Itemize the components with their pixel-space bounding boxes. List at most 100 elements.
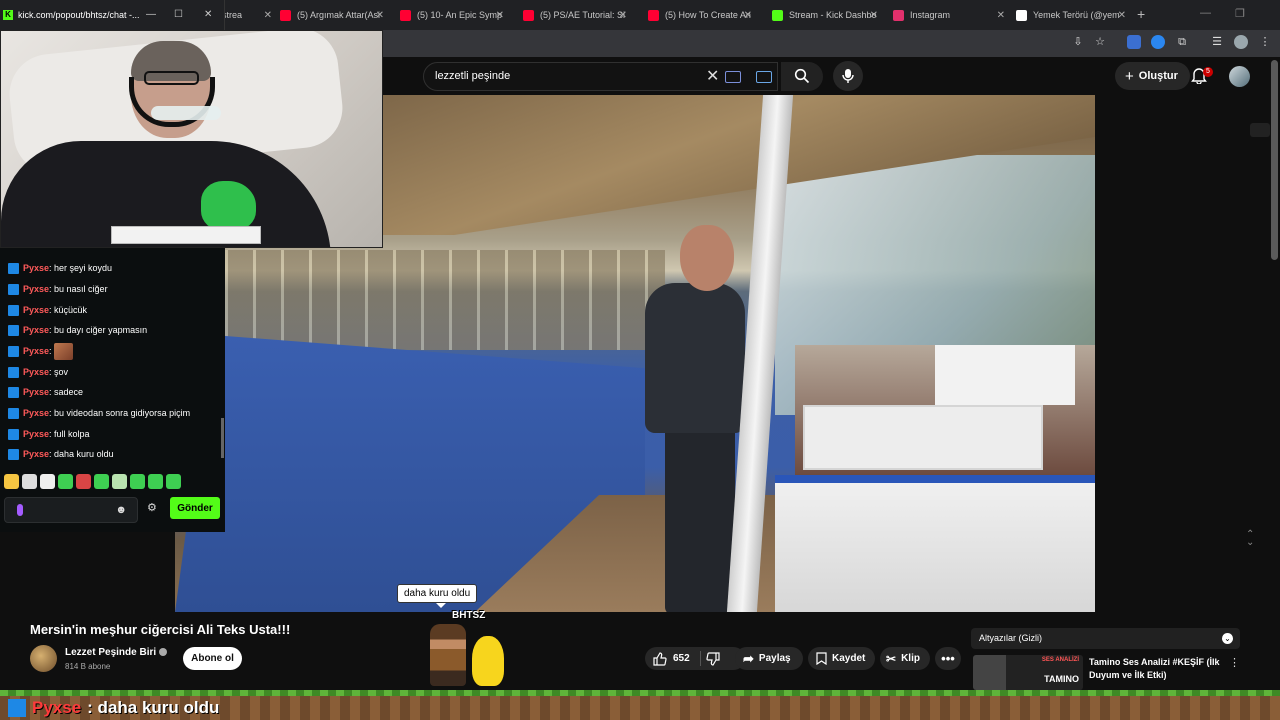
- popup-url: kick.com/popout/bhtsz/chat -...: [18, 10, 140, 20]
- chat-username[interactable]: Pyxse: [23, 387, 49, 397]
- search-input[interactable]: lezzetli peşinde ✕: [423, 62, 778, 91]
- send-button[interactable]: Gönder: [170, 497, 220, 519]
- emote-icon[interactable]: [76, 474, 91, 489]
- subtitles-panel-toggle[interactable]: Altyazılar (Gizli) ⌄: [971, 628, 1240, 649]
- chat-menu-icon[interactable]: [1250, 123, 1270, 137]
- account-avatar[interactable]: [1229, 66, 1250, 87]
- user-badge-icon: [8, 262, 19, 274]
- extension-icon[interactable]: [1151, 35, 1165, 49]
- emote-icon[interactable]: [148, 474, 163, 489]
- close-tab-icon[interactable]: ✕: [619, 10, 627, 21]
- install-app-icon[interactable]: ⇩: [1071, 35, 1085, 49]
- close-tab-icon[interactable]: ✕: [376, 10, 384, 21]
- chat-message-text: : sadece: [49, 387, 84, 397]
- thumbs-up-icon: [653, 651, 667, 666]
- profile-avatar[interactable]: [1234, 35, 1248, 49]
- close-tab-icon[interactable]: ✕: [744, 10, 752, 21]
- emote-icon[interactable]: [130, 474, 145, 489]
- browser-tab[interactable]: Instagram ✕: [893, 4, 1005, 26]
- close-tab-icon[interactable]: ✕: [997, 10, 1005, 21]
- microphone-icon[interactable]: [17, 504, 23, 516]
- emote-icon[interactable]: [166, 474, 181, 489]
- close-icon[interactable]: ✕: [204, 9, 212, 20]
- maximize-icon[interactable]: ❐: [1235, 7, 1245, 20]
- user-badge-icon: [8, 324, 19, 336]
- new-tab-button[interactable]: +: [1137, 6, 1145, 22]
- maximize-icon[interactable]: ☐: [174, 9, 183, 20]
- verified-icon: [159, 648, 168, 657]
- chat-username[interactable]: Pyxse: [23, 346, 49, 356]
- browser-tab[interactable]: (5) PS/AE Tutorial: Si ✕: [523, 4, 627, 26]
- recommended-video-thumbnail[interactable]: SES ANALİZİ TAMINO: [973, 655, 1083, 690]
- keyboard-icon[interactable]: [725, 71, 741, 83]
- thumbs-down-icon[interactable]: [706, 652, 720, 666]
- emote-icon[interactable]: [58, 474, 73, 489]
- chat-message-text: : şov: [49, 367, 69, 377]
- chat-username[interactable]: Pyxse: [23, 429, 49, 439]
- bookmark-star-icon[interactable]: ☆: [1093, 35, 1107, 49]
- more-vertical-icon[interactable]: ⋮: [1229, 656, 1240, 669]
- chat-username[interactable]: Pyxse: [23, 284, 49, 294]
- chat-username[interactable]: Pyxse: [23, 305, 49, 315]
- create-button[interactable]: + Oluştur: [1115, 62, 1190, 90]
- browser-tab[interactable]: (5) 10- An Epic Symp ✕: [400, 4, 504, 26]
- chat-username[interactable]: Pyxse: [23, 263, 49, 273]
- more-actions-button[interactable]: •••: [935, 647, 961, 670]
- minimize-icon[interactable]: —: [146, 9, 156, 20]
- gear-icon[interactable]: ⚙: [147, 501, 157, 514]
- browser-tab[interactable]: (5) How To Create An ✕: [648, 4, 752, 26]
- chat-username[interactable]: Pyxse: [23, 408, 49, 418]
- chat-input[interactable]: ☻: [4, 497, 138, 523]
- clip-button[interactable]: ✂ Klip: [880, 647, 930, 670]
- user-badge-icon: [8, 407, 19, 419]
- lens-icon[interactable]: [756, 71, 772, 83]
- close-tab-icon[interactable]: ✕: [264, 10, 272, 21]
- save-button[interactable]: Kaydet: [808, 647, 875, 670]
- share-icon: ➦: [743, 650, 754, 666]
- emote-icon[interactable]: [112, 474, 127, 489]
- browser-tab[interactable]: (5) Argımak Attar(Asi ✕: [280, 4, 384, 26]
- overlay-character-avatar: [430, 624, 466, 686]
- more-horizontal-icon: •••: [941, 651, 955, 666]
- extensions-puzzle-icon[interactable]: ⧉: [1175, 35, 1189, 49]
- translate-extension-icon[interactable]: [1127, 35, 1141, 49]
- browser-tab[interactable]: Yemek Terörü (@yem ✕: [1016, 4, 1126, 26]
- close-tab-icon[interactable]: ✕: [496, 10, 504, 21]
- channel-name[interactable]: Lezzet Peşinde Biri: [65, 647, 168, 658]
- reading-list-icon[interactable]: ☰: [1210, 35, 1224, 49]
- like-button[interactable]: 652: [645, 647, 745, 670]
- chat-message-text: : her şeyi koydu: [49, 263, 113, 273]
- emote-icon[interactable]: [22, 474, 37, 489]
- page-scrollbar[interactable]: [1271, 60, 1278, 260]
- emoji-icon[interactable]: ☻: [115, 504, 127, 516]
- thumbnail-brand: TAMINO: [1044, 674, 1079, 684]
- chat-username[interactable]: Pyxse: [23, 325, 49, 335]
- clear-search-icon[interactable]: ✕: [706, 66, 719, 86]
- emote-icon[interactable]: [4, 474, 19, 489]
- chat-message: Pyxse: küçücük: [8, 302, 87, 318]
- chrome-menu-icon[interactable]: ⋮: [1258, 35, 1272, 49]
- browser-tab-label: (5) 10- An Epic Symp: [417, 10, 503, 20]
- browser-tab[interactable]: strea ✕: [222, 4, 272, 26]
- browser-tab[interactable]: Stream - Kick Dashbo ✕: [772, 4, 878, 26]
- emote-icon[interactable]: [40, 474, 55, 489]
- emote-icon[interactable]: [94, 474, 109, 489]
- subscribe-button[interactable]: Abone ol: [183, 647, 242, 670]
- search-button[interactable]: [781, 62, 823, 91]
- video-person-head: [680, 225, 734, 291]
- video-title: Mersin'in meşhur ciğercisi Ali Teks Usta…: [30, 622, 291, 637]
- close-tab-icon[interactable]: ✕: [1118, 10, 1126, 21]
- chat-username[interactable]: Pyxse: [23, 449, 49, 459]
- chat-emote-image: [53, 342, 73, 360]
- chat-message-text: : küçücük: [49, 305, 88, 315]
- channel-avatar[interactable]: [30, 645, 57, 672]
- voice-search-button[interactable]: [833, 61, 863, 91]
- bookmark-icon: [816, 652, 827, 665]
- close-tab-icon[interactable]: ✕: [870, 10, 878, 21]
- minimize-icon[interactable]: —: [1200, 7, 1211, 20]
- chat-scrollbar[interactable]: [221, 418, 224, 458]
- share-button[interactable]: ➦ Paylaş: [735, 647, 803, 670]
- recommended-video-title[interactable]: Tamino Ses Analizi #KEŞİF (İlk Duyum ve …: [1089, 656, 1224, 682]
- expand-collapse-icon[interactable]: ⌃ ⌄: [1246, 530, 1254, 548]
- chat-username[interactable]: Pyxse: [23, 367, 49, 377]
